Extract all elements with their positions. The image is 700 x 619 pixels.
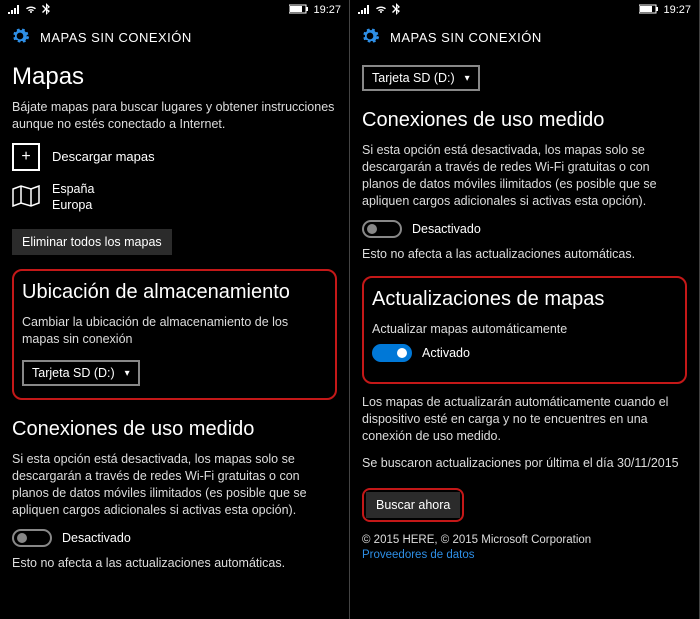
maps-intro-text: Bájate mapas para buscar lugares y obten…: [12, 99, 337, 133]
map-updates-section: Actualizaciones de mapas Actualizar mapa…: [362, 276, 687, 384]
storage-location-section: Ubicación de almacenamiento Cambiar la u…: [12, 269, 337, 400]
page-title: MAPAS SIN CONEXIÓN: [40, 30, 192, 45]
screen-right: 19:27 MAPAS SIN CONEXIÓN Tarjeta SD (D:)…: [350, 0, 700, 619]
download-maps-label: Descargar mapas: [52, 149, 155, 164]
status-bar: 19:27: [0, 0, 349, 20]
page-header: MAPAS SIN CONEXIÓN: [0, 20, 349, 59]
page-header: MAPAS SIN CONEXIÓN: [350, 20, 699, 59]
battery-icon: [639, 4, 659, 17]
metered-note: Esto no afecta a las actualizaciones aut…: [362, 246, 687, 263]
signal-icon: [8, 4, 20, 17]
check-now-highlight: Buscar ahora: [362, 488, 464, 522]
updates-heading: Actualizaciones de mapas: [372, 288, 677, 311]
chevron-down-icon: ▾: [125, 368, 130, 379]
metered-heading: Conexiones de uso medido: [12, 418, 337, 441]
chevron-down-icon: ▾: [465, 73, 470, 84]
region-country: España: [52, 181, 94, 197]
metered-heading: Conexiones de uso medido: [362, 109, 687, 132]
last-check-text: Se buscaron actualizaciones por última e…: [362, 455, 687, 472]
metered-toggle[interactable]: Desactivado: [12, 529, 337, 547]
auto-update-toggle-label: Activado: [422, 346, 470, 360]
updates-desc: Los mapas de actualizarán automáticament…: [362, 394, 687, 445]
section-maps-heading: Mapas: [12, 63, 337, 91]
metered-toggle[interactable]: Desactivado: [362, 220, 687, 238]
map-icon: [12, 185, 40, 210]
metered-toggle-label: Desactivado: [62, 531, 131, 545]
page-title: MAPAS SIN CONEXIÓN: [390, 30, 542, 45]
storage-heading: Ubicación de almacenamiento: [22, 281, 327, 304]
data-providers-link[interactable]: Proveedores de datos: [362, 549, 475, 561]
wifi-icon: [374, 4, 388, 17]
auto-update-toggle[interactable]: Activado: [372, 344, 677, 362]
metered-desc: Si esta opción está desactivada, los map…: [12, 451, 337, 519]
plus-icon: +: [12, 143, 40, 171]
clock: 19:27: [313, 4, 341, 16]
signal-icon: [358, 4, 370, 17]
check-now-button[interactable]: Buscar ahora: [366, 492, 460, 518]
storage-select[interactable]: Tarjeta SD (D:) ▾: [362, 65, 480, 91]
download-maps-row[interactable]: + Descargar mapas: [12, 143, 337, 171]
updates-subheading: Actualizar mapas automáticamente: [372, 321, 677, 338]
storage-select-value: Tarjeta SD (D:): [32, 366, 115, 380]
wifi-icon: [24, 4, 38, 17]
metered-toggle-label: Desactivado: [412, 222, 481, 236]
copyright-text: © 2015 HERE, © 2015 Microsoft Corporatio…: [362, 534, 687, 546]
screen-left: 19:27 MAPAS SIN CONEXIÓN Mapas Bájate ma…: [0, 0, 350, 619]
gear-icon: [10, 26, 30, 49]
battery-icon: [289, 4, 309, 17]
region-row[interactable]: España Europa: [12, 181, 337, 214]
bluetooth-icon: [42, 3, 50, 18]
gear-icon: [360, 26, 380, 49]
clock: 19:27: [663, 4, 691, 16]
bluetooth-icon: [392, 3, 400, 18]
storage-select-value: Tarjeta SD (D:): [372, 71, 455, 85]
status-bar: 19:27: [350, 0, 699, 20]
metered-desc: Si esta opción está desactivada, los map…: [362, 142, 687, 210]
region-continent: Europa: [52, 197, 94, 213]
storage-desc: Cambiar la ubicación de almacenamiento d…: [22, 314, 327, 348]
metered-note: Esto no afecta a las actualizaciones aut…: [12, 555, 337, 572]
storage-select[interactable]: Tarjeta SD (D:) ▾: [22, 360, 140, 386]
delete-all-maps-button[interactable]: Eliminar todos los mapas: [12, 229, 172, 255]
